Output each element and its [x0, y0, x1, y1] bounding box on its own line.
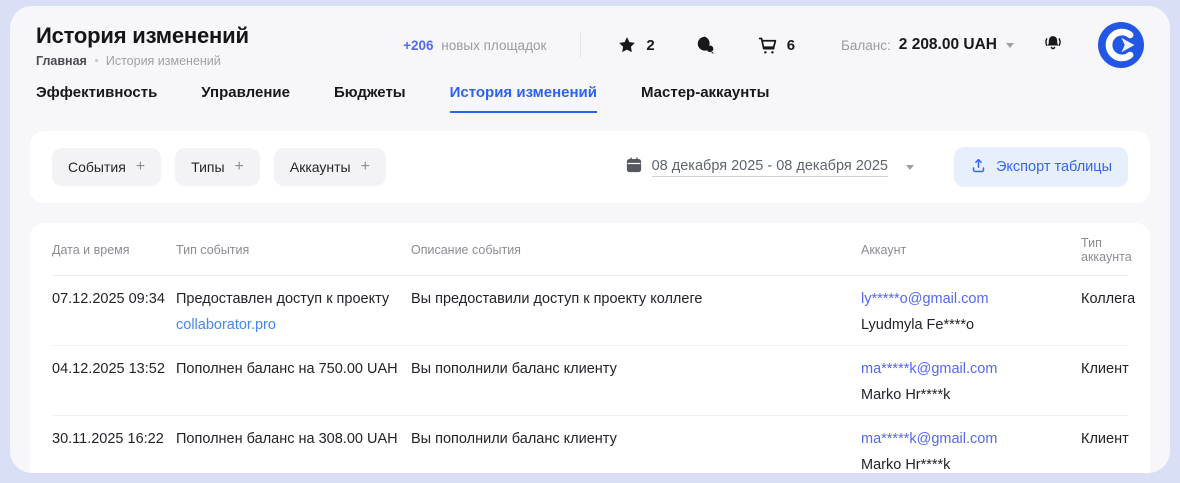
- table-row: 30.11.2025 16:22 Пополнен баланс на 308.…: [52, 416, 1128, 474]
- filter-chip-types[interactable]: Типы +: [175, 148, 260, 186]
- col-datetime: Дата и время: [52, 223, 176, 276]
- table-header-row: Дата и время Тип события Описание событи…: [52, 223, 1128, 276]
- favorites-counter[interactable]: 2: [617, 35, 654, 55]
- plus-icon: +: [235, 159, 244, 175]
- cell-description: Вы предоставили доступ к проекту коллеге: [411, 276, 861, 346]
- filter-chips: События + Типы + Аккаунты +: [52, 148, 386, 186]
- cart-count: 6: [787, 37, 795, 54]
- cell-event-type: Пополнен баланс на 308.00 UAH: [176, 416, 411, 474]
- account-email-link[interactable]: ma*****k@gmail.com: [861, 361, 997, 377]
- cell-account-type: Клиент: [1081, 416, 1128, 474]
- cell-datetime: 04.12.2025 13:52: [52, 346, 176, 416]
- col-account: Аккаунт: [861, 223, 1081, 276]
- account-name: Marko Hr****k: [861, 455, 1073, 473]
- tab-effectiveness[interactable]: Эффективность: [36, 84, 157, 113]
- cell-datetime: 07.12.2025 09:34: [52, 276, 176, 346]
- plus-icon: +: [136, 159, 145, 175]
- cell-event-type: Предоставлен доступ к проекту collaborat…: [176, 276, 411, 346]
- plus-icon: +: [361, 159, 370, 175]
- cell-account: ly*****o@gmail.com Lyudmyla Fe****o: [861, 276, 1081, 346]
- chat-button[interactable]: [695, 34, 717, 56]
- cell-description: Вы пополнили баланс клиенту: [411, 416, 861, 474]
- filter-chip-accounts[interactable]: Аккаунты +: [274, 148, 386, 186]
- balance-dropdown[interactable]: Баланс: 2 208.00 UAH: [841, 36, 1014, 54]
- star-icon: [617, 35, 637, 55]
- filter-right: 08 декабря 2025 - 08 декабря 2025 Экспор…: [625, 147, 1128, 187]
- app-window: История изменений Главная История измене…: [10, 6, 1170, 473]
- account-email-link[interactable]: ma*****k@gmail.com: [861, 431, 997, 447]
- notifications-icon[interactable]: [1042, 32, 1064, 59]
- calendar-icon: [625, 156, 643, 178]
- date-range-picker[interactable]: 08 декабря 2025 - 08 декабря 2025: [625, 156, 914, 178]
- favorites-count: 2: [646, 37, 654, 54]
- event-type-text: Предоставлен доступ к проекту: [176, 289, 403, 309]
- cell-description: Вы пополнили баланс клиенту: [411, 346, 861, 416]
- account-email-link[interactable]: ly*****o@gmail.com: [861, 291, 989, 307]
- page-header: История изменений Главная История измене…: [10, 6, 1170, 68]
- filter-chip-events[interactable]: События +: [52, 148, 161, 186]
- filter-panel: События + Типы + Аккаунты +: [30, 131, 1150, 203]
- history-table: Дата и время Тип события Описание событи…: [52, 223, 1128, 473]
- account-name: Marko Hr****k: [861, 385, 1073, 405]
- cell-event-type: Пополнен баланс на 750.00 UAH: [176, 346, 411, 416]
- event-type-text: Пополнен баланс на 308.00 UAH: [176, 429, 403, 449]
- account-name: Lyudmyla Fe****o: [861, 315, 1073, 335]
- tab-change-history[interactable]: История изменений: [450, 84, 597, 113]
- tab-budgets[interactable]: Бюджеты: [334, 84, 406, 113]
- export-table-button[interactable]: Экспорт таблицы: [954, 147, 1128, 187]
- tab-management[interactable]: Управление: [201, 84, 290, 113]
- date-range-value: 08 декабря 2025 - 08 декабря 2025: [652, 158, 888, 177]
- tab-bar: Эффективность Управление Бюджеты История…: [10, 84, 1170, 113]
- chevron-down-icon: [906, 165, 914, 170]
- chat-icon: [695, 34, 717, 56]
- export-table-label: Экспорт таблицы: [996, 159, 1112, 175]
- header-widgets: +206 новых площадок 2: [403, 22, 1144, 68]
- cell-account-type: Коллега: [1081, 276, 1128, 346]
- col-event-type: Тип события: [176, 223, 411, 276]
- breadcrumb-separator: [95, 59, 98, 62]
- breadcrumb-home[interactable]: Главная: [36, 54, 87, 68]
- cart-icon: [757, 35, 778, 56]
- project-link[interactable]: collaborator.pro: [176, 317, 276, 333]
- collaborator-logo[interactable]: [1098, 22, 1144, 68]
- new-platforms-count: +206: [403, 38, 433, 53]
- page-title: История изменений: [36, 23, 249, 49]
- filter-chip-label: Аккаунты: [290, 159, 351, 175]
- upload-icon: [970, 157, 987, 178]
- chevron-down-icon: [1006, 43, 1014, 48]
- table-row: 07.12.2025 09:34 Предоставлен доступ к п…: [52, 276, 1128, 346]
- cell-account: ma*****k@gmail.com Marko Hr****k: [861, 346, 1081, 416]
- new-platforms-label: новых площадок: [441, 38, 546, 53]
- new-platforms-link[interactable]: +206 новых площадок: [403, 38, 546, 53]
- balance-label: Баланс:: [841, 38, 891, 53]
- filter-chip-label: События: [68, 159, 126, 175]
- col-account-type: Тип аккаунта: [1081, 223, 1128, 276]
- history-table-card: Дата и время Тип события Описание событи…: [30, 223, 1150, 473]
- breadcrumb: Главная История изменений: [36, 54, 249, 68]
- col-description: Описание события: [411, 223, 861, 276]
- table-row: 04.12.2025 13:52 Пополнен баланс на 750.…: [52, 346, 1128, 416]
- event-type-text: Пополнен баланс на 750.00 UAH: [176, 359, 403, 379]
- tab-master-accounts[interactable]: Мастер-аккаунты: [641, 84, 769, 113]
- cell-account: ma*****k@gmail.com Marko Hr****k: [861, 416, 1081, 474]
- cell-account-type: Клиент: [1081, 346, 1128, 416]
- breadcrumb-current: История изменений: [106, 54, 221, 68]
- cart-counter[interactable]: 6: [757, 35, 795, 56]
- balance-value: 2 208.00 UAH: [899, 36, 997, 54]
- title-block: История изменений Главная История измене…: [36, 23, 249, 68]
- header-divider: [580, 32, 581, 58]
- cell-datetime: 30.11.2025 16:22: [52, 416, 176, 474]
- filter-chip-label: Типы: [191, 159, 224, 175]
